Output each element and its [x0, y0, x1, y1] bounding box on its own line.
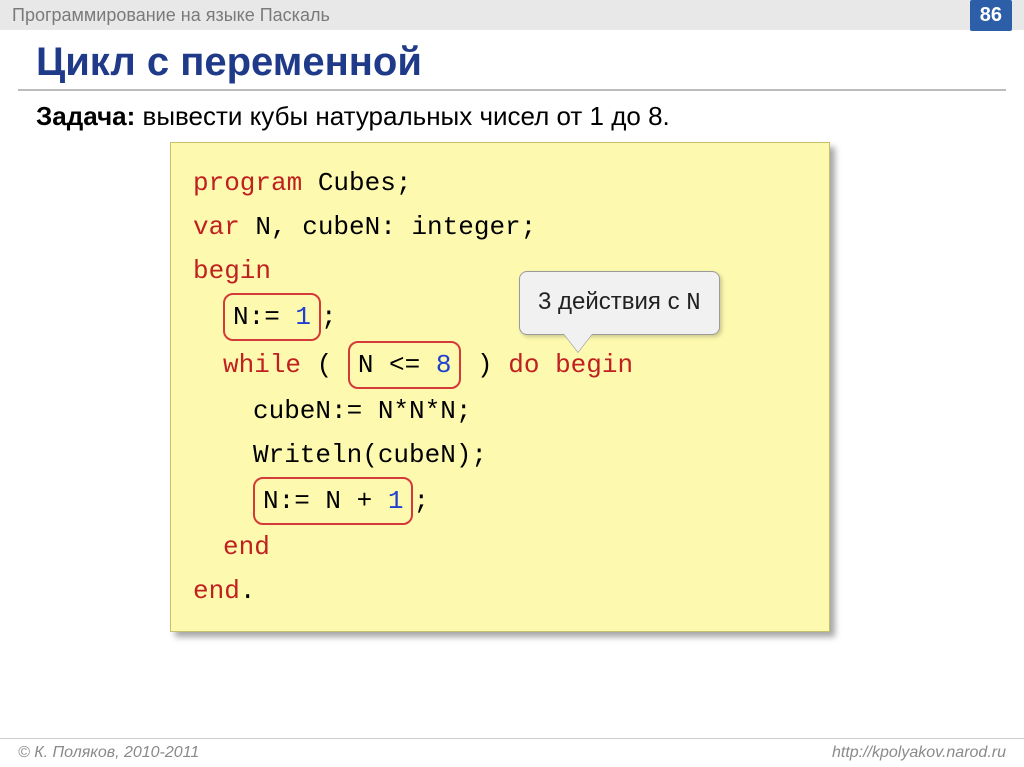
keyword-while: while [223, 350, 301, 380]
code-area: program Cubes; var N, cubeN: integer; be… [170, 142, 830, 632]
code-line-5: while ( N <= 8 ) do begin [193, 341, 807, 389]
code-line-7: Writeln(cubeN); [193, 433, 807, 477]
highlight-init: N:= 1 [223, 293, 321, 341]
task-line: Задача: вывести кубы натуральных чисел о… [0, 97, 1024, 142]
keyword-do-begin: do begin [508, 350, 633, 380]
code-line-9: end [193, 525, 807, 569]
footer-url: http://kpolyakov.narod.ru [832, 744, 1006, 762]
code-line-6: cubeN:= N*N*N; [193, 389, 807, 433]
keyword-var: var [193, 212, 240, 242]
page-number: 86 [970, 0, 1012, 31]
highlight-cond: N <= 8 [348, 341, 462, 389]
keyword-end-inner: end [223, 532, 270, 562]
code-line-2: var N, cubeN: integer; [193, 205, 807, 249]
slide-title: Цикл с переменной [0, 30, 1024, 89]
course-title: Программирование на языке Паскаль [12, 5, 330, 26]
highlight-step: N:= N + 1 [253, 477, 413, 525]
code-box: program Cubes; var N, cubeN: integer; be… [170, 142, 830, 632]
callout-text: 3 действия с [538, 288, 686, 315]
code-line-8: N:= N + 1; [193, 477, 807, 525]
keyword-begin: begin [193, 256, 271, 286]
header-bar: Программирование на языке Паскаль 86 [0, 0, 1024, 30]
code-line-1: program Cubes; [193, 161, 807, 205]
keyword-end-outer: end [193, 576, 240, 606]
task-text: вывести кубы натуральных чисел от 1 до 8… [135, 101, 670, 131]
keyword-program: program [193, 168, 302, 198]
divider [18, 89, 1006, 91]
code-line-10: end. [193, 569, 807, 613]
copyright: © К. Поляков, 2010-2011 [18, 744, 199, 762]
callout-bubble: 3 действия с N [519, 271, 720, 335]
task-label: Задача: [36, 101, 135, 131]
callout-variable: N [686, 290, 700, 317]
footer-bar: © К. Поляков, 2010-2011 http://kpolyakov… [0, 738, 1024, 767]
